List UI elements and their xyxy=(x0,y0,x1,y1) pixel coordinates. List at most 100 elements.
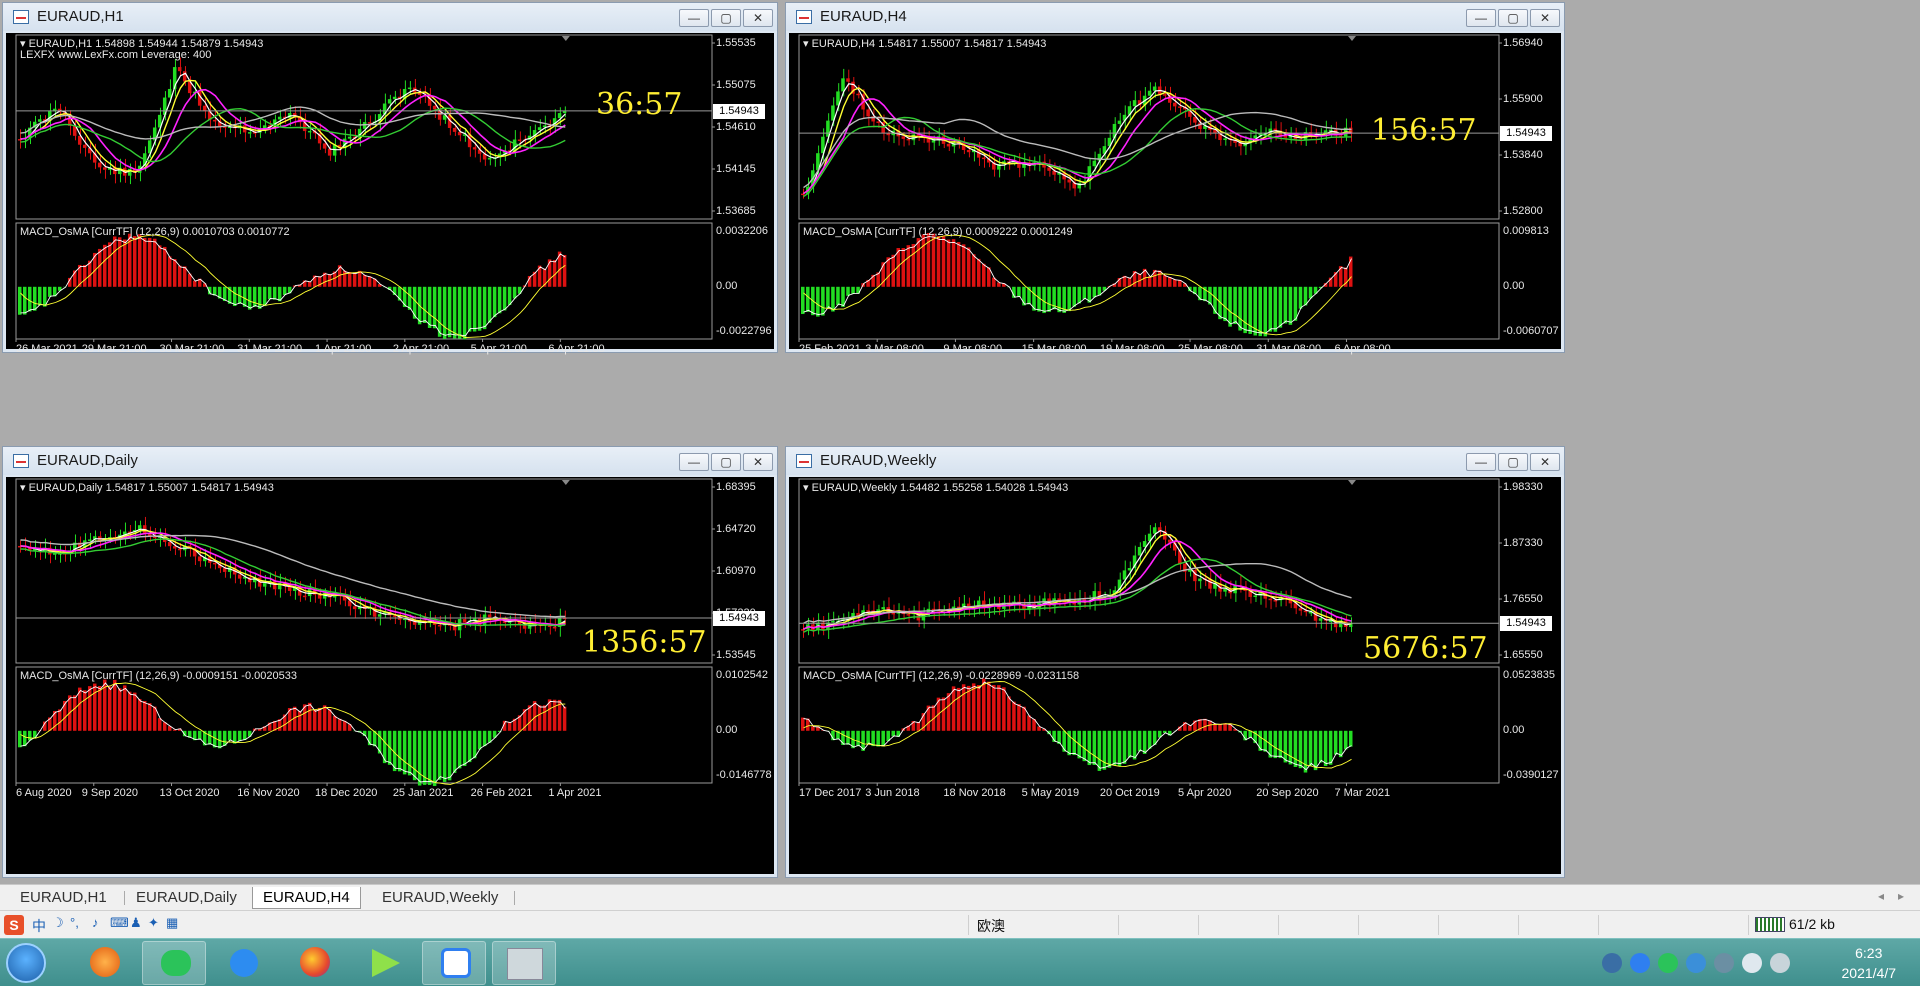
macd-histogram-bar xyxy=(1308,286,1313,299)
minimize-button[interactable]: — xyxy=(1466,453,1496,471)
window-titlebar[interactable]: EURAUD,Weekly — ▢ ✕ xyxy=(786,447,1564,475)
taskbar-app-player[interactable] xyxy=(352,941,416,985)
macd-axis-label: -0.0146778 xyxy=(716,769,772,781)
chart-window-h4[interactable]: EURAUD,H4 — ▢ ✕ ▾ EURAUD,H4 1.54817 1.55… xyxy=(785,2,1565,355)
ime-mode[interactable]: 中 xyxy=(32,916,46,936)
tab-euraud-h1[interactable]: EURAUD,H1 xyxy=(10,887,117,909)
macd-histogram-bar xyxy=(142,700,147,731)
candle xyxy=(906,138,911,141)
tab-euraud-daily[interactable]: EURAUD,Daily xyxy=(126,887,247,909)
start-button-icon[interactable] xyxy=(6,943,46,983)
ime-toolbar[interactable]: S 中 ☽ °, ♪ ⌨ ♟ ✦ ▦ xyxy=(4,914,204,936)
current-price-tag: 1.54943 xyxy=(1500,126,1552,142)
skin-icon[interactable]: ✦ xyxy=(148,915,159,931)
tab-scroll-right-icon[interactable]: ▸ xyxy=(1898,889,1904,903)
toolbox-icon[interactable]: ▦ xyxy=(166,915,178,931)
time-axis-label: 17 Dec 2017 xyxy=(799,787,862,799)
chart-window-daily[interactable]: EURAUD,Daily — ▢ ✕ ▾ EURAUD,Daily 1.5481… xyxy=(2,446,778,878)
bar-countdown-timer: 36:57 xyxy=(596,87,683,122)
macd-histogram-bar xyxy=(87,686,92,731)
close-button[interactable]: ✕ xyxy=(1530,453,1560,471)
macd-histogram-bar xyxy=(981,678,986,731)
macd-histogram-bar xyxy=(911,244,916,287)
window-titlebar[interactable]: EURAUD,H1 — ▢ ✕ xyxy=(3,3,777,31)
chart-window-h1[interactable]: EURAUD,H1 — ▢ ✕ ▾ EURAUD,H1 1.54898 1.54… xyxy=(2,2,778,355)
macd-histogram-bar xyxy=(951,239,956,287)
chart-area[interactable]: ▾ EURAUD,Daily 1.54817 1.55007 1.54817 1… xyxy=(6,477,774,874)
taskbar-app-wechat[interactable] xyxy=(142,941,206,985)
window-titlebar[interactable]: EURAUD,Daily — ▢ ✕ xyxy=(3,447,777,475)
user-icon[interactable]: ♟ xyxy=(130,915,142,931)
candle xyxy=(1047,167,1051,171)
maximize-button[interactable]: ▢ xyxy=(1498,453,1528,471)
macd-histogram-bar xyxy=(137,698,142,731)
close-button[interactable]: ✕ xyxy=(743,453,773,471)
candle xyxy=(1268,598,1273,601)
volume-tray-icon[interactable] xyxy=(1742,953,1762,973)
minimize-button[interactable]: — xyxy=(679,453,709,471)
tab-euraud-h4[interactable]: EURAUD,H4 xyxy=(252,887,361,909)
macd-histogram-bar xyxy=(112,236,117,287)
punctuation-icon[interactable]: °, xyxy=(70,915,79,930)
macd-histogram-bar xyxy=(157,718,162,731)
system-clock[interactable]: 6:23 2021/4/7 xyxy=(1842,943,1897,983)
macd-histogram-bar xyxy=(1072,286,1076,307)
chart-window-weekly[interactable]: EURAUD,Weekly — ▢ ✕ ▾ EURAUD,Weekly 1.54… xyxy=(785,446,1565,878)
macd-histogram-bar xyxy=(956,242,961,287)
usb-tray-icon[interactable] xyxy=(1602,953,1622,973)
mt4-icon xyxy=(507,948,543,980)
macd-histogram-bar xyxy=(1137,730,1142,752)
macd-histogram-bar xyxy=(1092,286,1097,298)
macd-histogram-bar xyxy=(132,236,137,287)
candle xyxy=(517,139,522,142)
taskbar-app-baidu-netdisk[interactable] xyxy=(422,941,486,985)
macd-histogram-bar xyxy=(562,706,567,731)
chart-window-icon xyxy=(796,454,812,468)
taskbar-app-mt4[interactable] xyxy=(492,941,556,985)
chart-area[interactable]: ▾ EURAUD,H1 1.54898 1.54944 1.54879 1.54… xyxy=(6,33,774,355)
netdisk-tray-icon[interactable] xyxy=(1630,953,1650,973)
sogou-ime-icon[interactable]: S xyxy=(4,915,24,935)
candle xyxy=(377,614,382,617)
signal-tray-icon[interactable] xyxy=(1770,953,1790,973)
candle xyxy=(1127,568,1132,571)
clock-date: 2021/4/7 xyxy=(1841,965,1897,981)
maximize-button[interactable]: ▢ xyxy=(711,9,741,27)
network-tray-icon[interactable] xyxy=(1714,953,1734,973)
macd-histogram-bar xyxy=(976,258,981,287)
taskbar-app-notes[interactable] xyxy=(212,941,276,985)
minimize-button[interactable]: — xyxy=(679,9,709,27)
chart-window-icon xyxy=(13,454,29,468)
tab-scroll-left-icon[interactable]: ◂ xyxy=(1878,889,1884,903)
macd-axis-label: 0.009813 xyxy=(1503,225,1549,237)
macd-histogram-bar xyxy=(232,286,237,307)
macd-histogram-bar xyxy=(1173,279,1177,287)
wechat-tray-icon[interactable] xyxy=(1658,953,1678,973)
keyboard-icon[interactable]: ⌨ xyxy=(110,915,129,931)
window-titlebar[interactable]: EURAUD,H4 — ▢ ✕ xyxy=(786,3,1564,31)
macd-histogram-bar xyxy=(826,286,830,309)
macd-histogram-bar xyxy=(916,722,921,731)
microphone-icon[interactable]: ♪ xyxy=(92,915,99,930)
taskbar-app-firefox[interactable] xyxy=(282,941,346,985)
time-axis-label: 6 Apr 21:00 xyxy=(548,343,605,355)
macd-axis-label: 0.00 xyxy=(716,723,738,736)
close-button[interactable]: ✕ xyxy=(743,9,773,27)
minimize-button[interactable]: — xyxy=(1466,9,1496,27)
tab-euraud-weekly[interactable]: EURAUD,Weekly xyxy=(372,887,508,909)
time-axis-label: 18 Nov 2018 xyxy=(943,787,1006,799)
candle xyxy=(307,130,312,133)
close-button[interactable]: ✕ xyxy=(1530,9,1560,27)
status-cell-connection[interactable]: 61/2 kb xyxy=(1748,915,1920,935)
maximize-button[interactable]: ▢ xyxy=(711,453,741,471)
chart-area[interactable]: ▾ EURAUD,H4 1.54817 1.55007 1.54817 1.54… xyxy=(789,33,1561,355)
price-axis-label: 1.53685 xyxy=(716,205,756,217)
macd-histogram-bar xyxy=(487,730,492,743)
chart-area[interactable]: ▾ EURAUD,Weekly 1.54482 1.55258 1.54028 … xyxy=(789,477,1561,874)
moon-icon[interactable]: ☽ xyxy=(52,915,64,931)
maximize-button[interactable]: ▢ xyxy=(1498,9,1528,27)
security-tray-icon[interactable] xyxy=(1686,953,1706,973)
macd-histogram-bar xyxy=(272,286,277,300)
taskbar-app-browser[interactable] xyxy=(72,941,136,985)
candle xyxy=(487,157,492,160)
